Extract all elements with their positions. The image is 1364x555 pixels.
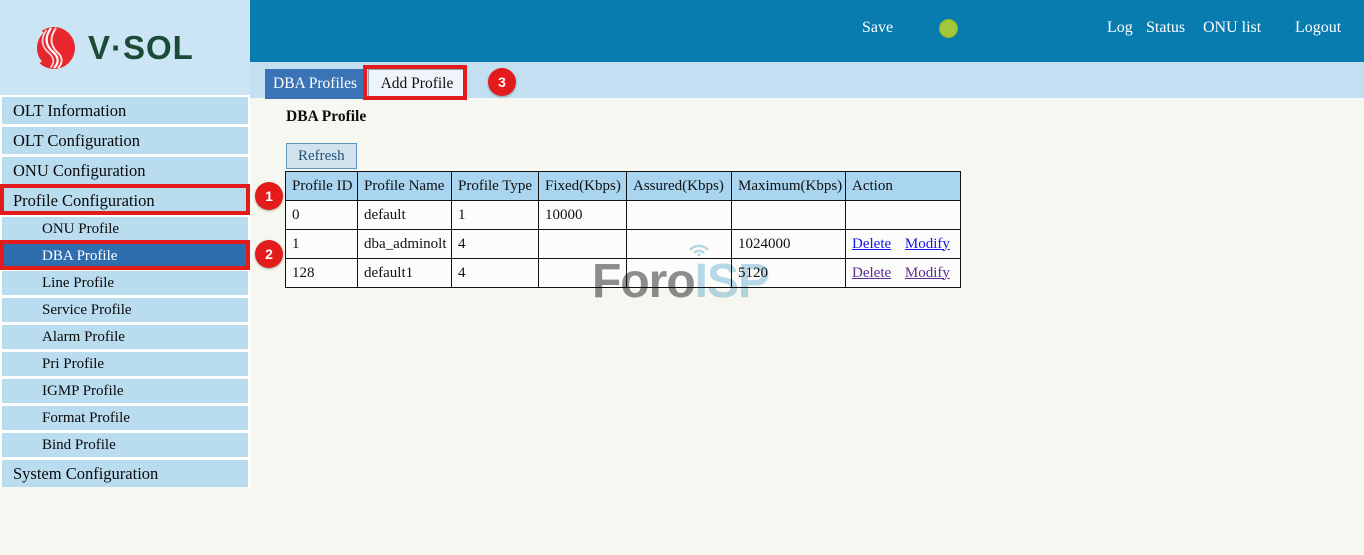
sidebar: OLT Information OLT Configuration ONU Co…	[0, 95, 250, 487]
table-row: 1 dba_adminolt 4 1024000 Delete Modify	[286, 230, 961, 259]
tab-bar: DBA Profiles Add Profile	[250, 62, 1364, 98]
cell-action: Delete Modify	[846, 230, 961, 259]
brand-name: V·SOL	[88, 29, 194, 67]
sidebar-item-alarm-profile[interactable]: Alarm Profile	[2, 325, 248, 349]
table-header-row: Profile ID Profile Name Profile Type Fix…	[286, 172, 961, 201]
annotation-badge-2: 2	[255, 240, 283, 268]
column-header-profile-id: Profile ID	[286, 172, 358, 201]
column-header-fixed: Fixed(Kbps)	[539, 172, 627, 201]
modify-link[interactable]: Modify	[905, 236, 950, 252]
dba-profile-table: Profile ID Profile Name Profile Type Fix…	[285, 171, 961, 288]
sidebar-item-olt-configuration[interactable]: OLT Configuration	[2, 127, 248, 154]
cell-profile-id: 0	[286, 201, 358, 230]
topbar: Save Log Status ONU list Logout	[250, 0, 1364, 62]
table-row: 0 default 1 10000	[286, 201, 961, 230]
sidebar-item-format-profile[interactable]: Format Profile	[2, 406, 248, 430]
cell-fixed	[539, 230, 627, 259]
cell-profile-name: default1	[358, 259, 452, 288]
delete-link[interactable]: Delete	[852, 236, 891, 252]
sidebar-item-profile-configuration[interactable]: Profile Configuration	[2, 187, 248, 214]
page-title: DBA Profile	[286, 108, 366, 126]
sidebar-item-bind-profile[interactable]: Bind Profile	[2, 433, 248, 457]
column-header-assured: Assured(Kbps)	[627, 172, 732, 201]
topbar-link-log[interactable]: Log	[1107, 19, 1133, 37]
topbar-link-status[interactable]: Status	[1146, 19, 1185, 37]
cell-profile-type: 4	[452, 259, 539, 288]
column-header-profile-name: Profile Name	[358, 172, 452, 201]
cell-profile-type: 4	[452, 230, 539, 259]
cell-maximum	[732, 201, 846, 230]
cell-profile-id: 1	[286, 230, 358, 259]
sidebar-item-onu-configuration[interactable]: ONU Configuration	[2, 157, 248, 184]
cell-profile-name: default	[358, 201, 452, 230]
tab-add-profile[interactable]: Add Profile	[368, 69, 466, 99]
refresh-button[interactable]: Refresh	[286, 143, 357, 169]
cell-profile-id: 128	[286, 259, 358, 288]
save-button[interactable]: Save	[862, 19, 893, 37]
cell-action: Delete Modify	[846, 259, 961, 288]
cell-assured	[627, 230, 732, 259]
sidebar-item-igmp-profile[interactable]: IGMP Profile	[2, 379, 248, 403]
modify-link[interactable]: Modify	[905, 265, 950, 281]
column-header-profile-type: Profile Type	[452, 172, 539, 201]
column-header-maximum: Maximum(Kbps)	[732, 172, 846, 201]
delete-link[interactable]: Delete	[852, 265, 891, 281]
page: V·SOL Save Log Status ONU list Logout DB…	[0, 0, 1364, 555]
cell-maximum: 1024000	[732, 230, 846, 259]
vsol-logo-icon	[26, 22, 78, 74]
topbar-link-onu-list[interactable]: ONU list	[1203, 19, 1261, 37]
sidebar-item-pri-profile[interactable]: Pri Profile	[2, 352, 248, 376]
sidebar-item-system-configuration[interactable]: System Configuration	[2, 460, 248, 487]
sidebar-item-dba-profile[interactable]: DBA Profile	[2, 244, 248, 268]
cell-assured	[627, 259, 732, 288]
cell-fixed: 10000	[539, 201, 627, 230]
column-header-action: Action	[846, 172, 961, 201]
table-row: 128 default1 4 5120 Delete Modify	[286, 259, 961, 288]
status-dot-icon	[939, 19, 958, 38]
sidebar-item-onu-profile[interactable]: ONU Profile	[2, 217, 248, 241]
cell-maximum: 5120	[732, 259, 846, 288]
annotation-badge-1: 1	[255, 182, 283, 210]
cell-fixed	[539, 259, 627, 288]
tab-dba-profiles[interactable]: DBA Profiles	[265, 69, 365, 99]
cell-profile-type: 1	[452, 201, 539, 230]
brand-logo: V·SOL	[0, 0, 250, 95]
sidebar-item-olt-information[interactable]: OLT Information	[2, 97, 248, 124]
cell-assured	[627, 201, 732, 230]
cell-action	[846, 201, 961, 230]
cell-profile-name: dba_adminolt	[358, 230, 452, 259]
sidebar-item-service-profile[interactable]: Service Profile	[2, 298, 248, 322]
topbar-link-logout[interactable]: Logout	[1295, 19, 1341, 37]
sidebar-item-line-profile[interactable]: Line Profile	[2, 271, 248, 295]
